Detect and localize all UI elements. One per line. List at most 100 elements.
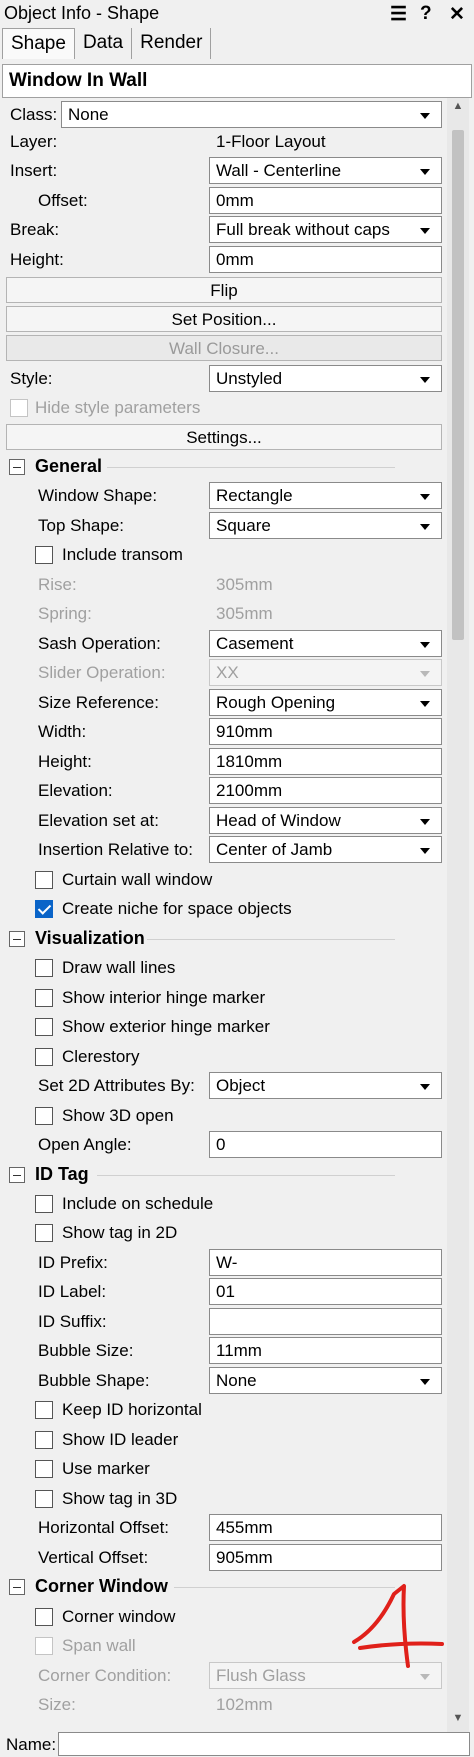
window-shape-dropdown[interactable]: Rectangle	[209, 482, 442, 509]
insert-dropdown[interactable]: Wall - Centerline	[209, 157, 442, 184]
rise-row: Rise: 305mm	[2, 571, 445, 599]
class-row: Class: None	[2, 101, 445, 129]
id-suffix-input[interactable]	[209, 1308, 442, 1335]
show-3d-open-checkbox[interactable]	[35, 1107, 53, 1125]
horizontal-offset-input[interactable]: 455mm	[209, 1514, 442, 1541]
elevation-input[interactable]: 2100mm	[209, 777, 442, 804]
clerestory-row: Clerestory	[2, 1043, 445, 1071]
id-tag-section-title: ID Tag	[35, 1164, 89, 1184]
show-tag-3d-row: Show tag in 3D	[2, 1485, 445, 1513]
elevation-set-at-dropdown[interactable]: Head of Window	[209, 807, 442, 834]
open-angle-input[interactable]: 0	[209, 1131, 442, 1158]
show-tag-2d-label: Show tag in 2D	[62, 1223, 178, 1242]
elevation-label: Elevation:	[38, 781, 113, 800]
interior-hinge-checkbox[interactable]	[35, 989, 53, 1007]
style-dropdown[interactable]: Unstyled	[209, 365, 442, 392]
create-niche-checkbox[interactable]	[35, 900, 53, 918]
keep-horizontal-checkbox[interactable]	[35, 1401, 53, 1419]
exterior-hinge-checkbox[interactable]	[35, 1018, 53, 1036]
insertion-relative-dropdown[interactable]: Center of Jamb	[209, 836, 442, 863]
set-2d-attributes-label: Set 2D Attributes By:	[38, 1076, 195, 1095]
title-bar[interactable]: Object Info - Shape ☰ ? ✕	[0, 0, 474, 28]
draw-wall-lines-checkbox[interactable]	[35, 959, 53, 977]
tab-data[interactable]: Data	[75, 28, 133, 59]
corner-size-label: Size:	[38, 1695, 76, 1714]
close-icon[interactable]: ✕	[449, 3, 465, 26]
top-shape-dropdown[interactable]: Square	[209, 512, 442, 539]
tab-render[interactable]: Render	[132, 28, 212, 59]
exterior-hinge-row: Show exterior hinge marker	[2, 1013, 445, 1041]
offset-input[interactable]: 0mm	[209, 187, 442, 214]
include-schedule-checkbox[interactable]	[35, 1195, 53, 1213]
width-input[interactable]: 910mm	[209, 718, 442, 745]
show-leader-row: Show ID leader	[2, 1426, 445, 1454]
id-label-input[interactable]: 01	[209, 1278, 442, 1305]
draw-wall-lines-label: Draw wall lines	[62, 958, 176, 977]
insertion-relative-row: Insertion Relative to: Center of Jamb	[2, 836, 445, 864]
visualization-section-title: Visualization	[35, 928, 145, 948]
window-shape-row: Window Shape: Rectangle	[2, 482, 445, 510]
vertical-scrollbar[interactable]: ▲ ▼	[447, 98, 469, 1732]
show-tag-3d-label: Show tag in 3D	[62, 1489, 178, 1508]
wall-closure-button: Wall Closure...	[6, 335, 442, 361]
rise-label: Rise:	[38, 575, 77, 594]
include-transom-checkbox[interactable]	[35, 546, 53, 564]
window-height-input[interactable]: 1810mm	[209, 748, 442, 775]
collapse-icon[interactable]	[9, 1167, 25, 1183]
tab-bar: Shape Data Render	[2, 28, 212, 60]
bubble-shape-dropdown[interactable]: None	[209, 1367, 442, 1394]
id-tag-section-header[interactable]: ID Tag	[2, 1161, 445, 1189]
collapse-icon[interactable]	[9, 459, 25, 475]
menu-icon[interactable]: ☰	[390, 3, 407, 26]
height-input[interactable]: 0mm	[209, 246, 442, 273]
scroll-down-icon[interactable]: ▼	[447, 1712, 469, 1724]
tab-shape[interactable]: Shape	[2, 28, 75, 59]
flip-button[interactable]: Flip	[6, 277, 442, 303]
break-dropdown[interactable]: Full break without caps	[209, 216, 442, 243]
scrollbar-thumb[interactable]	[452, 130, 464, 640]
use-marker-row: Use marker	[2, 1455, 445, 1483]
keep-horizontal-label: Keep ID horizontal	[62, 1400, 202, 1419]
collapse-icon[interactable]	[9, 931, 25, 947]
use-marker-checkbox[interactable]	[35, 1460, 53, 1478]
show-tag-2d-checkbox[interactable]	[35, 1224, 53, 1242]
vertical-offset-input[interactable]: 905mm	[209, 1544, 442, 1571]
section-divider	[107, 467, 395, 468]
scroll-up-icon[interactable]: ▲	[447, 100, 469, 112]
show-tag-2d-row: Show tag in 2D	[2, 1219, 445, 1247]
slider-operation-row: Slider Operation: XX	[2, 659, 445, 687]
clerestory-checkbox[interactable]	[35, 1048, 53, 1066]
curtain-wall-row: Curtain wall window	[2, 866, 445, 894]
corner-size-value: 102mm	[216, 1695, 273, 1714]
curtain-wall-checkbox[interactable]	[35, 871, 53, 889]
show-leader-checkbox[interactable]	[35, 1431, 53, 1449]
horizontal-offset-label: Horizontal Offset:	[38, 1518, 170, 1537]
visualization-section-header[interactable]: Visualization	[2, 925, 445, 953]
collapse-icon[interactable]	[9, 1579, 25, 1595]
keep-horizontal-row: Keep ID horizontal	[2, 1396, 445, 1424]
corner-window-checkbox[interactable]	[35, 1608, 53, 1626]
insert-label: Insert:	[10, 161, 58, 180]
name-input[interactable]	[58, 1732, 470, 1756]
vertical-offset-row: Vertical Offset: 905mm	[2, 1544, 445, 1572]
sash-operation-dropdown[interactable]: Casement	[209, 630, 442, 657]
class-dropdown[interactable]: None	[61, 101, 442, 128]
size-reference-dropdown[interactable]: Rough Opening	[209, 689, 442, 716]
bubble-size-input[interactable]: 11mm	[209, 1337, 442, 1364]
include-transom-label: Include transom	[62, 545, 183, 564]
interior-hinge-label: Show interior hinge marker	[62, 988, 266, 1007]
settings-button[interactable]: Settings...	[6, 424, 442, 450]
set-position-button[interactable]: Set Position...	[6, 306, 442, 332]
curtain-wall-label: Curtain wall window	[62, 870, 213, 889]
show-tag-3d-checkbox[interactable]	[35, 1490, 53, 1508]
size-reference-label: Size Reference:	[38, 693, 159, 712]
handwritten-annotation-mark	[352, 1584, 444, 1668]
width-label: Width:	[38, 722, 87, 741]
slider-operation-label: Slider Operation:	[38, 663, 166, 682]
help-icon[interactable]: ?	[420, 3, 432, 25]
general-section-header[interactable]: General	[2, 453, 445, 481]
window-height-row: Height: 1810mm	[2, 748, 445, 776]
set-2d-attributes-dropdown[interactable]: Object	[209, 1072, 442, 1099]
hide-style-label: Hide style parameters	[35, 398, 201, 417]
id-prefix-input[interactable]: W-	[209, 1249, 442, 1276]
